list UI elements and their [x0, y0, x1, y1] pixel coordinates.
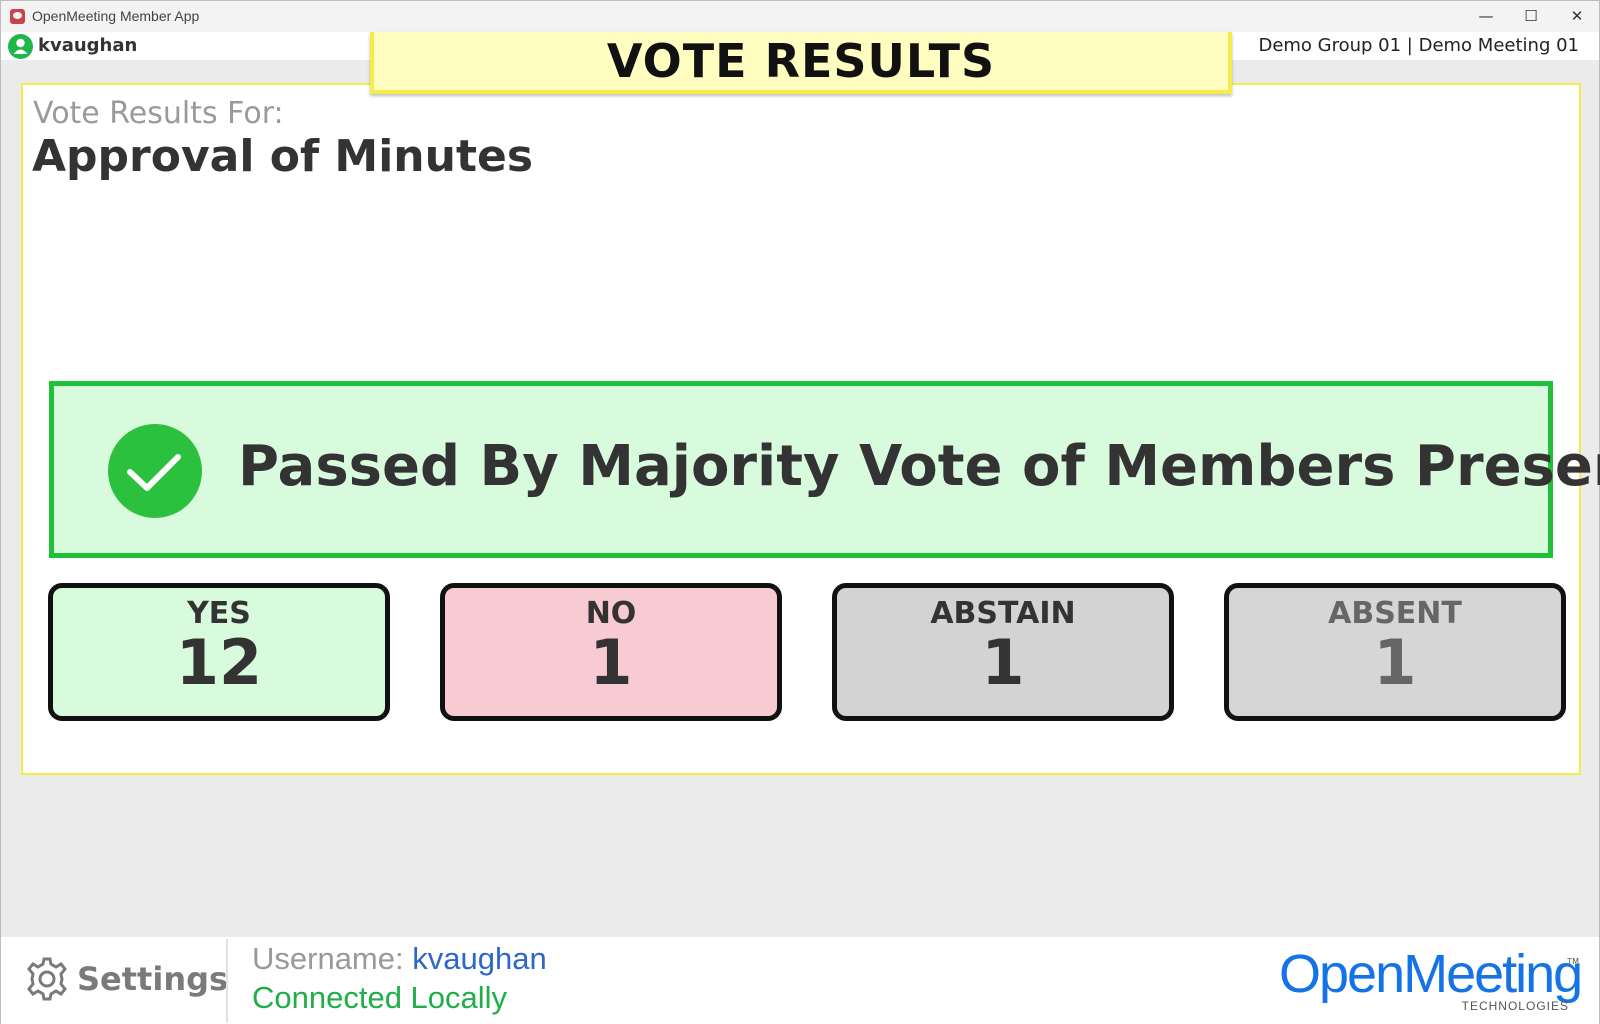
page-title: VOTE RESULTS [606, 34, 996, 88]
logo-subtitle: TECHNOLOGIES [1461, 999, 1569, 1013]
logo-text: OpenMeeting [1279, 944, 1583, 1004]
absent-count-box: ABSENT 1 [1224, 583, 1566, 721]
vote-outcome-box: Passed By Majority Vote of Members Prese… [49, 381, 1600, 558]
minimize-button[interactable]: — [1463, 1, 1509, 32]
username-value: kvaughan [412, 941, 547, 976]
check-icon [108, 424, 202, 518]
page-title-banner: VOTE RESULTS [370, 32, 1232, 94]
no-count: 1 [589, 626, 633, 699]
settings-label: Settings [77, 960, 229, 998]
gear-icon [27, 957, 67, 1001]
yes-count-box: YES 12 [48, 583, 390, 721]
title-bar[interactable]: OpenMeeting Member App — ☐ ✕ [1, 1, 1599, 32]
abstain-count-box: ABSTAIN 1 [832, 583, 1174, 721]
close-button[interactable]: ✕ [1554, 1, 1600, 32]
app-window: OpenMeeting Member App — ☐ ✕ kvaughan De… [0, 0, 1600, 1024]
no-count-box: NO 1 [440, 583, 782, 721]
motion-title: Approval of Minutes [32, 131, 534, 182]
current-user-name: kvaughan [38, 35, 138, 56]
app-icon [10, 9, 25, 24]
user-icon [8, 34, 33, 59]
maximize-button[interactable]: ☐ [1508, 1, 1554, 32]
yes-count: 12 [175, 626, 263, 699]
openmeeting-logo: OpenMeeting TM TECHNOLOGIES [1279, 944, 1583, 1015]
abstain-count: 1 [981, 626, 1025, 699]
vote-outcome-text: Passed By Majority Vote of Members Prese… [238, 434, 1600, 499]
results-for-label: Vote Results For: [33, 96, 284, 131]
footer-divider [226, 939, 228, 1023]
connection-status: Connected Locally [252, 980, 508, 1015]
username-line: Username: kvaughan [252, 941, 547, 977]
window-title: OpenMeeting Member App [32, 8, 200, 24]
username-label: Username: [252, 941, 404, 976]
meeting-info: Demo Group 01 | Demo Meeting 01 [1258, 35, 1579, 56]
absent-count: 1 [1373, 626, 1417, 699]
logo-trademark: TM [1567, 957, 1579, 966]
